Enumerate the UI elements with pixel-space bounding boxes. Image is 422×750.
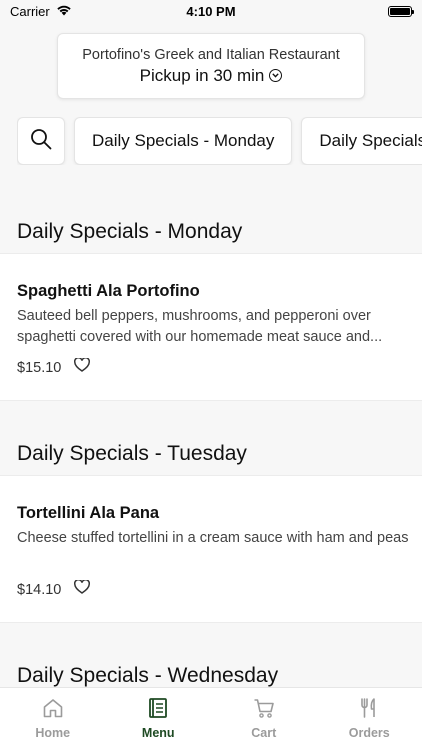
tab-cart[interactable]: Cart [211, 688, 317, 750]
wifi-icon [56, 4, 72, 19]
search-button[interactable] [17, 117, 65, 165]
menu-item-card[interactable]: Spaghetti Ala Portofino Sauteed bell pep… [0, 253, 422, 401]
item-price: $14.10 [17, 581, 62, 598]
category-chips[interactable]: Daily Specials - Monday Daily Specials -… [17, 117, 422, 165]
tab-cart-label: Cart [251, 726, 277, 740]
item-name: Spaghetti Ala Portofino [17, 282, 200, 300]
restaurant-header-card[interactable]: Portofino's Greek and Italian Restaurant… [57, 33, 365, 99]
pickup-label: Pickup in 30 min [139, 65, 265, 85]
chip-daily-specials-monday[interactable]: Daily Specials - Monday [74, 117, 293, 165]
tab-menu-label: Menu [141, 726, 175, 740]
chip-daily-specials-tuesday[interactable]: Daily Specials - Tuesday [301, 117, 422, 165]
pickup-selector[interactable]: Pickup in 30 min [140, 66, 283, 86]
battery-icon [388, 5, 414, 17]
tab-orders-label: Orders [348, 726, 390, 740]
carrier-group: Carrier [10, 4, 72, 19]
menu-icon [147, 697, 169, 722]
restaurant-name: Portofino's Greek and Italian Restaurant [82, 46, 340, 63]
item-name: Tortellini Ala Pana [17, 504, 160, 522]
section-title: Daily Specials - Monday [17, 220, 243, 243]
item-description: Sauteed bell peppers, mushrooms, and pep… [17, 308, 383, 345]
item-price: $15.10 [17, 359, 62, 376]
search-icon [30, 128, 52, 155]
tab-menu[interactable]: Menu [106, 688, 212, 750]
item-description: Cheese stuffed tortellini in a cream sau… [17, 530, 409, 546]
heart-icon[interactable] [74, 579, 91, 599]
heart-icon[interactable] [74, 357, 91, 377]
menu-item-card[interactable]: Tortellini Ala Pana Cheese stuffed torte… [0, 475, 422, 623]
carrier-label: Carrier [10, 3, 50, 19]
tab-orders[interactable]: Orders [317, 688, 422, 750]
orders-icon [358, 697, 380, 722]
cart-icon [253, 697, 275, 722]
status-bar: Carrier 4:10 PM [0, 0, 422, 22]
chevron-down-icon [269, 69, 283, 82]
tab-home-label: Home [35, 726, 71, 740]
section-title: Daily Specials - Tuesday [17, 442, 247, 465]
home-icon [42, 697, 64, 722]
tab-bar: Home Menu Cart Orders [0, 687, 422, 750]
tab-home[interactable]: Home [0, 688, 106, 750]
section-title: Daily Specials - Wednesday [17, 664, 279, 687]
menu-list[interactable]: Daily Specials - Monday Spaghetti Ala Po… [0, 165, 422, 687]
